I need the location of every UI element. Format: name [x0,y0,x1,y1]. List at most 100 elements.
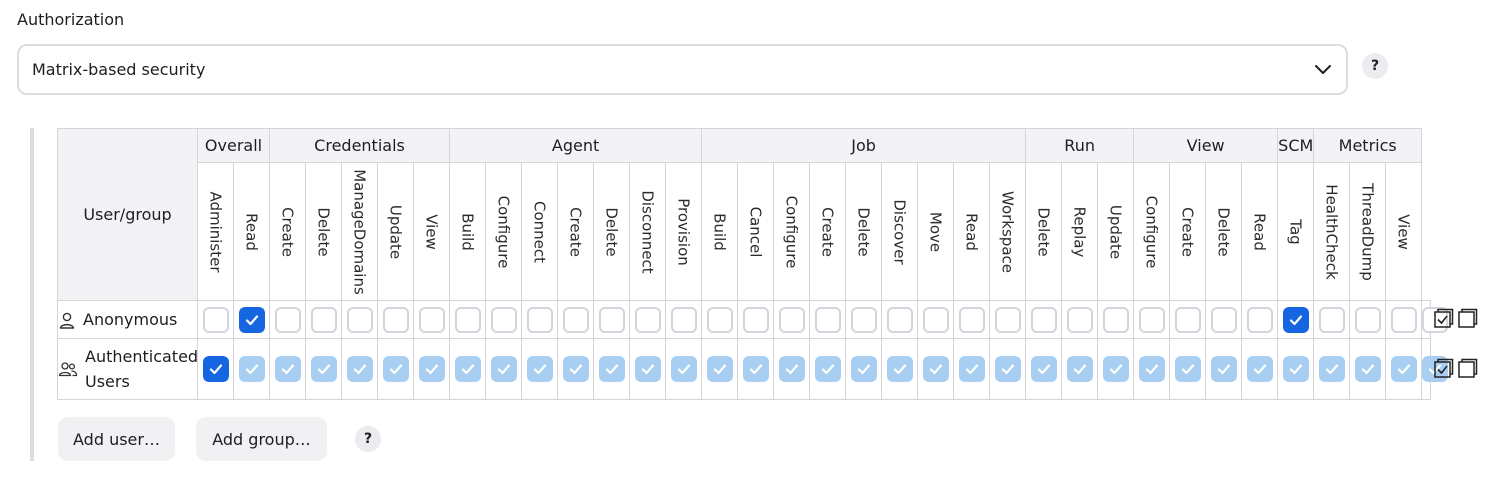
permission-header-job-delete: Delete [845,162,883,301]
permission-checkbox[interactable] [454,356,481,382]
permission-checkbox[interactable] [670,356,697,382]
permission-checkbox[interactable] [1102,356,1129,382]
permission-checkbox[interactable] [994,356,1021,382]
permission-checkbox[interactable] [778,356,805,382]
permission-checkbox[interactable] [598,306,625,333]
permission-header-agent-configure: Configure [485,162,523,301]
permission-cell [1241,300,1279,339]
permission-checkbox[interactable] [418,356,445,382]
permission-checkbox[interactable] [454,306,481,333]
permission-checkbox[interactable] [1354,356,1381,382]
permission-checkbox[interactable] [1030,306,1057,333]
add-group-button[interactable]: Add group… [196,417,327,461]
permission-checkbox[interactable] [346,306,373,333]
permission-cell [1133,300,1171,339]
permission-checkbox[interactable] [1030,356,1057,382]
permission-cell [233,338,270,400]
permission-checkbox[interactable] [634,356,661,382]
permission-checkbox[interactable] [526,306,553,333]
permission-checkbox[interactable] [1066,356,1093,382]
permission-checkbox[interactable] [1210,306,1237,333]
permission-checkbox[interactable] [886,356,913,382]
permission-checkbox[interactable] [922,306,949,333]
permission-checkbox[interactable] [706,306,733,333]
permission-checkbox[interactable] [202,356,229,382]
permission-checkbox[interactable] [382,356,409,382]
permission-checkbox[interactable] [238,356,265,382]
permission-checkbox[interactable] [706,356,733,382]
permission-checkbox[interactable] [490,306,517,333]
permission-cell [1025,338,1063,400]
permission-checkbox[interactable] [814,306,841,333]
permission-checkbox[interactable] [238,306,265,333]
permission-cell [1385,300,1423,339]
unselect-all-icon[interactable] [1458,358,1478,380]
permission-checkbox[interactable] [346,356,373,382]
permission-cell [809,300,847,339]
permission-checkbox[interactable] [562,356,589,382]
permission-checkbox[interactable] [850,306,877,333]
permission-checkbox[interactable] [382,306,409,333]
permission-checkbox[interactable] [1390,356,1417,382]
permission-checkbox[interactable] [742,306,769,333]
permission-checkbox[interactable] [1318,356,1345,382]
permission-checkbox[interactable] [1066,306,1093,333]
permission-checkbox[interactable] [1102,306,1129,333]
permission-checkbox[interactable] [1138,356,1165,382]
permission-header-metrics-view: View [1385,162,1423,301]
permission-checkbox[interactable] [850,356,877,382]
permission-checkbox[interactable] [922,356,949,382]
permission-checkbox[interactable] [274,306,301,333]
permission-checkbox[interactable] [1354,306,1381,333]
authorization-help-button[interactable]: ? [1362,53,1388,79]
permission-label: Read [1250,212,1269,251]
unselect-all-icon[interactable] [1458,308,1478,330]
permission-label: Delete [1034,206,1053,257]
permission-checkbox[interactable] [310,306,337,333]
permission-checkbox[interactable] [1246,356,1273,382]
add-help-button[interactable]: ? [355,426,381,452]
permission-checkbox[interactable] [670,306,697,333]
select-all-icon[interactable] [1434,308,1454,330]
select-all-icon[interactable] [1434,358,1454,380]
permission-label: Delete [1214,206,1233,257]
permission-cell [377,338,414,400]
permission-checkbox[interactable] [1282,356,1309,382]
permission-checkbox[interactable] [310,356,337,382]
permission-checkbox[interactable] [1246,306,1273,333]
permission-checkbox[interactable] [1174,356,1201,382]
permission-checkbox[interactable] [958,356,985,382]
permission-checkbox[interactable] [886,306,913,333]
permission-checkbox[interactable] [814,356,841,382]
permission-checkbox[interactable] [634,306,661,333]
permission-checkbox[interactable] [274,356,301,382]
permission-checkbox[interactable] [1282,306,1309,333]
permission-label: Build [710,212,729,251]
authorization-strategy-select[interactable]: Matrix-based security [17,44,1348,95]
permission-header-job-read: Read [953,162,991,301]
permission-checkbox[interactable] [1210,356,1237,382]
permission-checkbox[interactable] [562,306,589,333]
permission-checkbox[interactable] [490,356,517,382]
group-header-credentials: Credentials [268,128,451,163]
permission-checkbox[interactable] [598,356,625,382]
permission-checkbox[interactable] [1390,306,1417,333]
permission-cell [989,300,1027,339]
users-icon [58,362,78,377]
permission-cell [1349,338,1387,400]
permission-checkbox[interactable] [958,306,985,333]
permission-checkbox[interactable] [418,306,445,333]
permission-checkbox[interactable] [202,306,229,333]
permission-cell [485,338,523,400]
permission-checkbox[interactable] [1318,306,1345,333]
permission-label: Tag [1286,218,1305,245]
add-user-button[interactable]: Add user… [58,417,175,461]
permission-cell [845,338,883,400]
permission-checkbox[interactable] [994,306,1021,333]
permission-checkbox[interactable] [742,356,769,382]
permission-checkbox[interactable] [1174,306,1201,333]
permission-checkbox[interactable] [778,306,805,333]
permission-cell [737,338,775,400]
permission-checkbox[interactable] [526,356,553,382]
permission-checkbox[interactable] [1138,306,1165,333]
